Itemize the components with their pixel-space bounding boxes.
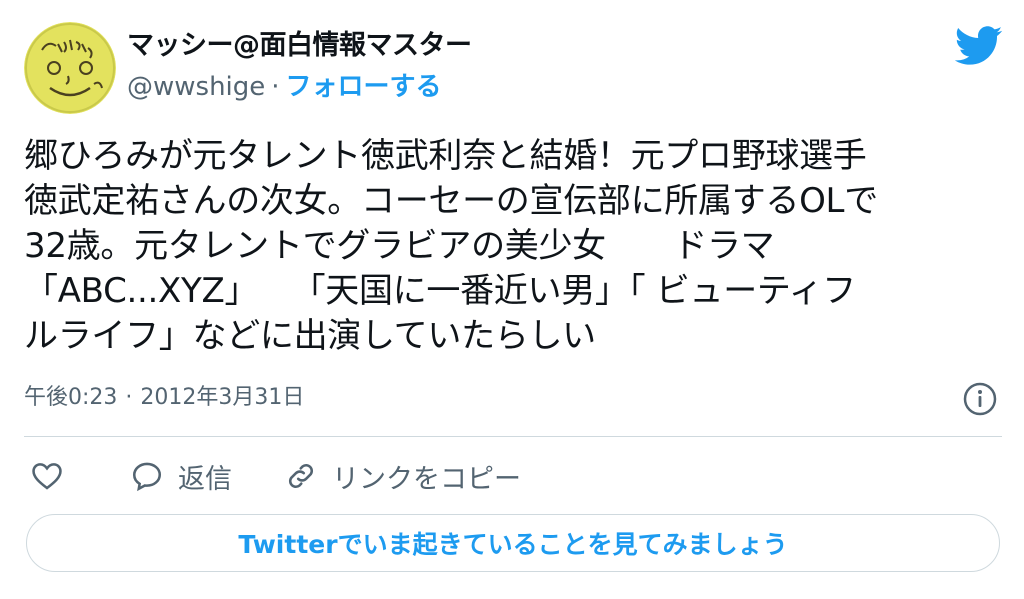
tweet-date[interactable]: 2012年3月31日 [140,385,304,410]
handle-row: @wwshige · フォローする [127,68,442,106]
info-icon[interactable] [962,381,998,417]
copy-link-button[interactable]: リンクをコピー [284,454,521,498]
avatar-image [24,22,116,114]
tweet-text: 郷ひろみが元タレント徳武利奈と結婚！元プロ野球選手 徳武定祐さんの次女。コーセー… [24,136,878,356]
copy-link-label: リンクをコピー [332,463,521,495]
divider [24,436,1002,437]
reply-label: 返信 [178,463,232,495]
heart-icon [32,463,62,490]
reply-button[interactable]: 返信 [130,454,232,498]
link-icon [288,463,314,489]
meta-separator: · [125,385,133,410]
twitter-bird-icon[interactable] [955,26,1003,66]
handle[interactable]: @wwshige [127,72,265,102]
tweet-meta: 午後0:23 · 2012年3月31日 [24,380,304,416]
tweet-time[interactable]: 午後0:23 [24,385,117,410]
tweet-card: マッシー@面白情報マスター @wwshige · フォローする 郷ひろみが元タレント… [0,0,1024,599]
follow-link[interactable]: フォローする [286,72,442,102]
handle-separator: · [271,72,280,102]
like-button[interactable] [30,454,64,498]
speech-bubble-icon [132,462,162,492]
avatar[interactable] [24,22,116,114]
see-whats-happening-button[interactable]: Twitterでいま起きていることを見てみましょう [26,514,1000,572]
display-name[interactable]: マッシー@面白情報マスター [127,26,472,66]
